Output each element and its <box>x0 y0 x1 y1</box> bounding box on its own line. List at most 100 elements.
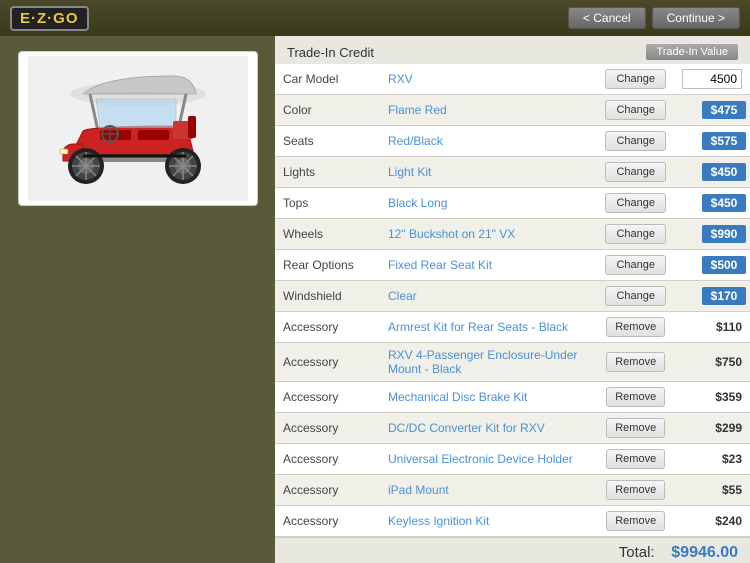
row-label: Accessory <box>275 382 380 413</box>
row-price <box>674 64 750 95</box>
total-amount: $9946.00 <box>671 544 738 561</box>
row-label: Accessory <box>275 312 380 343</box>
table-row: AccessoryKeyless Ignition Kit Remove $240 <box>275 506 750 537</box>
row-price: $500 <box>674 250 750 281</box>
row-price: $750 <box>674 343 750 382</box>
row-label: Lights <box>275 157 380 188</box>
remove-button[interactable]: Remove <box>606 418 665 438</box>
row-action-cell: Remove <box>597 312 674 343</box>
row-action-cell: Change <box>597 157 674 188</box>
table-row: AccessoryMechanical Disc Brake Kit Remove… <box>275 382 750 413</box>
row-price: $110 <box>674 312 750 343</box>
row-label: Accessory <box>275 343 380 382</box>
table-row: SeatsRed/Black Change $575 <box>275 126 750 157</box>
remove-button[interactable]: Remove <box>606 480 665 500</box>
table-row: AccessoryDC/DC Converter Kit for RXVRemo… <box>275 413 750 444</box>
row-price: $55 <box>674 475 750 506</box>
options-table: Car ModelRXVChangeColorFlame RedChange$4… <box>275 64 750 537</box>
row-label: Wheels <box>275 219 380 250</box>
row-value: DC/DC Converter Kit for RXV <box>380 413 597 444</box>
row-price: $170 <box>674 281 750 312</box>
row-price: $240 <box>674 506 750 537</box>
row-action-cell: Remove <box>597 475 674 506</box>
change-button[interactable]: Change <box>605 255 666 275</box>
change-button[interactable]: Change <box>605 286 666 306</box>
continue-button[interactable]: Continue > <box>652 7 740 29</box>
tradein-header: Trade-In Credit Trade-In Value <box>275 36 750 64</box>
table-row: AccessoryUniversal Electronic Device Hol… <box>275 444 750 475</box>
change-button[interactable]: Change <box>605 162 666 182</box>
row-value: iPad Mount <box>380 475 597 506</box>
cancel-button[interactable]: < Cancel <box>568 7 646 29</box>
row-value: Universal Electronic Device Holder <box>380 444 597 475</box>
row-action-cell: Change <box>597 64 674 95</box>
ezgo-logo: E·Z·GO <box>10 6 89 31</box>
row-action-cell: Remove <box>597 444 674 475</box>
row-price: $575 <box>674 126 750 157</box>
table-row: AccessoryArmrest Kit for Rear Seats - Bl… <box>275 312 750 343</box>
row-price: $299 <box>674 413 750 444</box>
price-badge: $990 <box>702 225 746 243</box>
row-label: Tops <box>275 188 380 219</box>
table-row: WindshieldClear Change $170 <box>275 281 750 312</box>
remove-button[interactable]: Remove <box>606 317 665 337</box>
golf-cart-illustration <box>28 56 248 201</box>
price-badge: $450 <box>702 163 746 181</box>
remove-button[interactable]: Remove <box>606 449 665 469</box>
price-badge: $475 <box>702 101 746 119</box>
row-label: Accessory <box>275 475 380 506</box>
row-value: Clear <box>380 281 597 312</box>
row-label: Windshield <box>275 281 380 312</box>
header-buttons: < Cancel Continue > <box>568 7 740 29</box>
row-value: Keyless Ignition Kit <box>380 506 597 537</box>
remove-button[interactable]: Remove <box>606 387 665 407</box>
change-button[interactable]: Change <box>605 100 666 120</box>
tradein-value-label: Trade-In Value <box>646 44 738 60</box>
table-row: Car ModelRXVChange <box>275 64 750 95</box>
row-price: $450 <box>674 188 750 219</box>
row-action-cell: Change <box>597 95 674 126</box>
row-action-cell: Remove <box>597 382 674 413</box>
table-row: TopsBlack Long Change $450 <box>275 188 750 219</box>
row-value: Armrest Kit for Rear Seats - Black <box>380 312 597 343</box>
table-row: Wheels12" Buckshot on 21" VXChange$990 <box>275 219 750 250</box>
row-action-cell: Remove <box>597 343 674 382</box>
right-panel[interactable]: Trade-In Credit Trade-In Value Car Model… <box>275 36 750 563</box>
price-badge: $450 <box>702 194 746 212</box>
row-value: Light Kit <box>380 157 597 188</box>
table-row: LightsLight Kit Change $450 <box>275 157 750 188</box>
tradein-input[interactable] <box>682 69 742 89</box>
row-price: $990 <box>674 219 750 250</box>
row-value: Black Long <box>380 188 597 219</box>
car-image <box>18 51 258 206</box>
row-label: Seats <box>275 126 380 157</box>
row-price: $450 <box>674 157 750 188</box>
price-badge: $170 <box>702 287 746 305</box>
row-action-cell: Remove <box>597 506 674 537</box>
row-value: Mechanical Disc Brake Kit <box>380 382 597 413</box>
row-label: Accessory <box>275 444 380 475</box>
table-row: ColorFlame RedChange$475 <box>275 95 750 126</box>
change-button[interactable]: Change <box>605 193 666 213</box>
change-button[interactable]: Change <box>605 131 666 151</box>
change-button[interactable]: Change <box>605 224 666 244</box>
row-label: Accessory <box>275 506 380 537</box>
row-value: RXV 4-Passenger Enclosure-Under Mount - … <box>380 343 597 382</box>
row-action-cell: Change <box>597 250 674 281</box>
table-row: Rear OptionsFixed Rear Seat Kit Change $50… <box>275 250 750 281</box>
row-action-cell: Change <box>597 281 674 312</box>
row-value: Red/Black <box>380 126 597 157</box>
tradein-label: Trade-In Credit <box>287 45 374 60</box>
row-value: Fixed Rear Seat Kit <box>380 250 597 281</box>
row-value: RXV <box>380 64 597 95</box>
row-label: Color <box>275 95 380 126</box>
left-panel <box>0 36 275 563</box>
change-button[interactable]: Change <box>605 69 666 89</box>
row-action-cell: Change <box>597 126 674 157</box>
remove-button[interactable]: Remove <box>606 352 665 372</box>
total-label: Total: <box>619 544 655 561</box>
remove-button[interactable]: Remove <box>606 511 665 531</box>
row-price: $359 <box>674 382 750 413</box>
row-label: Rear Options <box>275 250 380 281</box>
row-action-cell: Change <box>597 219 674 250</box>
